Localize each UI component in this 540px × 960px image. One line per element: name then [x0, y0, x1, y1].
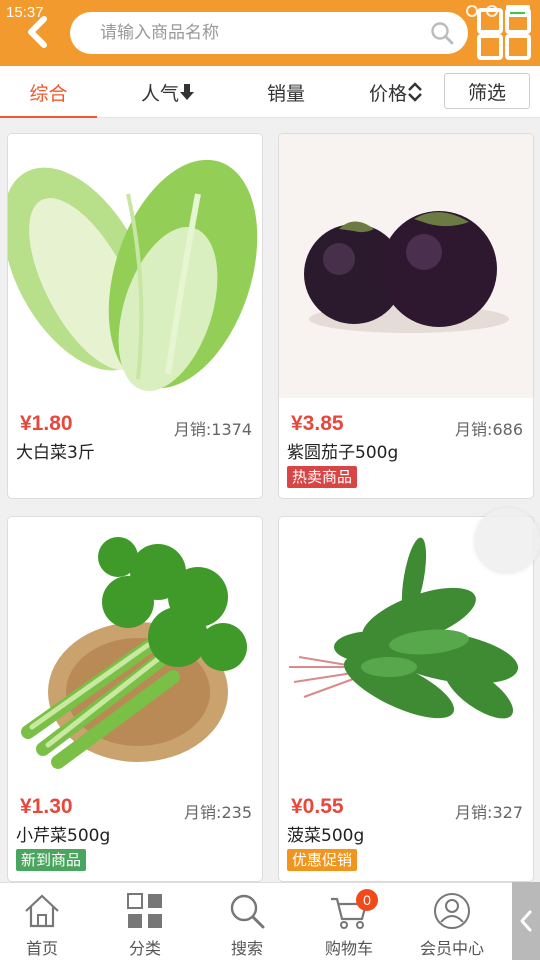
nav-label: 分类: [128, 939, 161, 958]
cart-count-badge: 0: [356, 889, 378, 911]
product-card[interactable]: ¥1.30 月销:235 小芹菜500g 新到商品: [7, 516, 263, 882]
nav-home[interactable]: 首页: [0, 883, 93, 960]
sales-count: 327: [492, 803, 523, 822]
promotion-badge: 优惠促销: [287, 849, 358, 871]
search-icon: [230, 894, 265, 929]
nav-label: 搜索: [230, 939, 263, 958]
hot-sale-badge: 热卖商品: [287, 466, 358, 488]
sales-label: 月销:: [173, 420, 212, 439]
sales-label: 月销:: [184, 803, 222, 822]
floating-action-button[interactable]: [474, 508, 540, 574]
nav-search[interactable]: 搜索: [196, 883, 298, 960]
sales-count: 235: [221, 803, 252, 822]
grid-view-icon[interactable]: [476, 8, 532, 60]
product-card[interactable]: ¥1.80 月销:1374 大白菜3斤: [7, 133, 263, 499]
active-tab-indicator: [0, 116, 97, 118]
new-arrival-badge: 新到商品: [16, 849, 87, 871]
product-price: ¥0.55: [291, 795, 344, 818]
tab-label: 综合: [29, 82, 68, 105]
search-icon[interactable]: [430, 21, 454, 45]
product-price: ¥1.30: [20, 795, 73, 818]
monthly-sales: 月销:686: [455, 416, 523, 440]
tab-price[interactable]: 价格: [346, 66, 446, 118]
app-header: 15:37: [0, 0, 540, 66]
monthly-sales: 月销:235: [184, 799, 252, 823]
filter-button[interactable]: 筛选: [444, 73, 530, 109]
tab-label: 销量: [266, 82, 305, 105]
nav-cart[interactable]: 0 购物车: [298, 883, 400, 960]
sales-count: 1374: [211, 420, 252, 439]
category-icon: [127, 893, 162, 928]
nav-label: 购物车: [324, 939, 373, 958]
nav-category[interactable]: 分类: [94, 883, 196, 960]
tab-label: 价格: [368, 82, 407, 105]
user-icon: [434, 893, 470, 929]
nav-member-center[interactable]: 会员中心: [401, 883, 503, 960]
nav-label: 首页: [25, 939, 58, 958]
monthly-sales: 月销:327: [455, 799, 523, 823]
sales-label: 月销:: [455, 420, 493, 439]
monthly-sales: 月销:1374: [174, 416, 252, 440]
search-bar[interactable]: [70, 12, 468, 54]
product-name[interactable]: 小芹菜500g: [16, 821, 110, 846]
product-name[interactable]: 紫圆茄子500g: [287, 438, 398, 463]
product-price: ¥3.85: [291, 412, 344, 435]
sort-up-down-icon: [408, 82, 422, 102]
tab-popularity[interactable]: 人气: [118, 66, 218, 118]
sort-tabs: 综合 人气 销量 价格 筛选: [0, 66, 540, 118]
back-icon[interactable]: [22, 14, 56, 50]
side-collapse-tab[interactable]: [512, 882, 540, 960]
product-price: ¥1.80: [20, 412, 73, 435]
sales-label: 月销:: [455, 803, 493, 822]
arrow-down-icon: [180, 84, 194, 100]
product-name[interactable]: 菠菜500g: [287, 821, 364, 846]
search-input[interactable]: [100, 12, 420, 54]
tab-sales[interactable]: 销量: [236, 66, 336, 118]
product-image-celery[interactable]: [8, 517, 262, 781]
sales-count: 686: [492, 420, 523, 439]
product-name[interactable]: 大白菜3斤: [16, 438, 95, 463]
tab-label: 人气: [140, 82, 179, 105]
product-image-cabbage[interactable]: [8, 134, 262, 398]
product-image-eggplant[interactable]: [279, 134, 533, 398]
tab-comprehensive[interactable]: 综合: [0, 66, 97, 118]
bottom-nav: 首页 分类 搜索 0 购物车 会员中心: [0, 882, 540, 960]
nav-label: 会员中心: [419, 939, 484, 958]
home-icon: [25, 894, 59, 928]
product-card[interactable]: ¥3.85 月销:686 紫圆茄子500g 热卖商品: [278, 133, 534, 499]
